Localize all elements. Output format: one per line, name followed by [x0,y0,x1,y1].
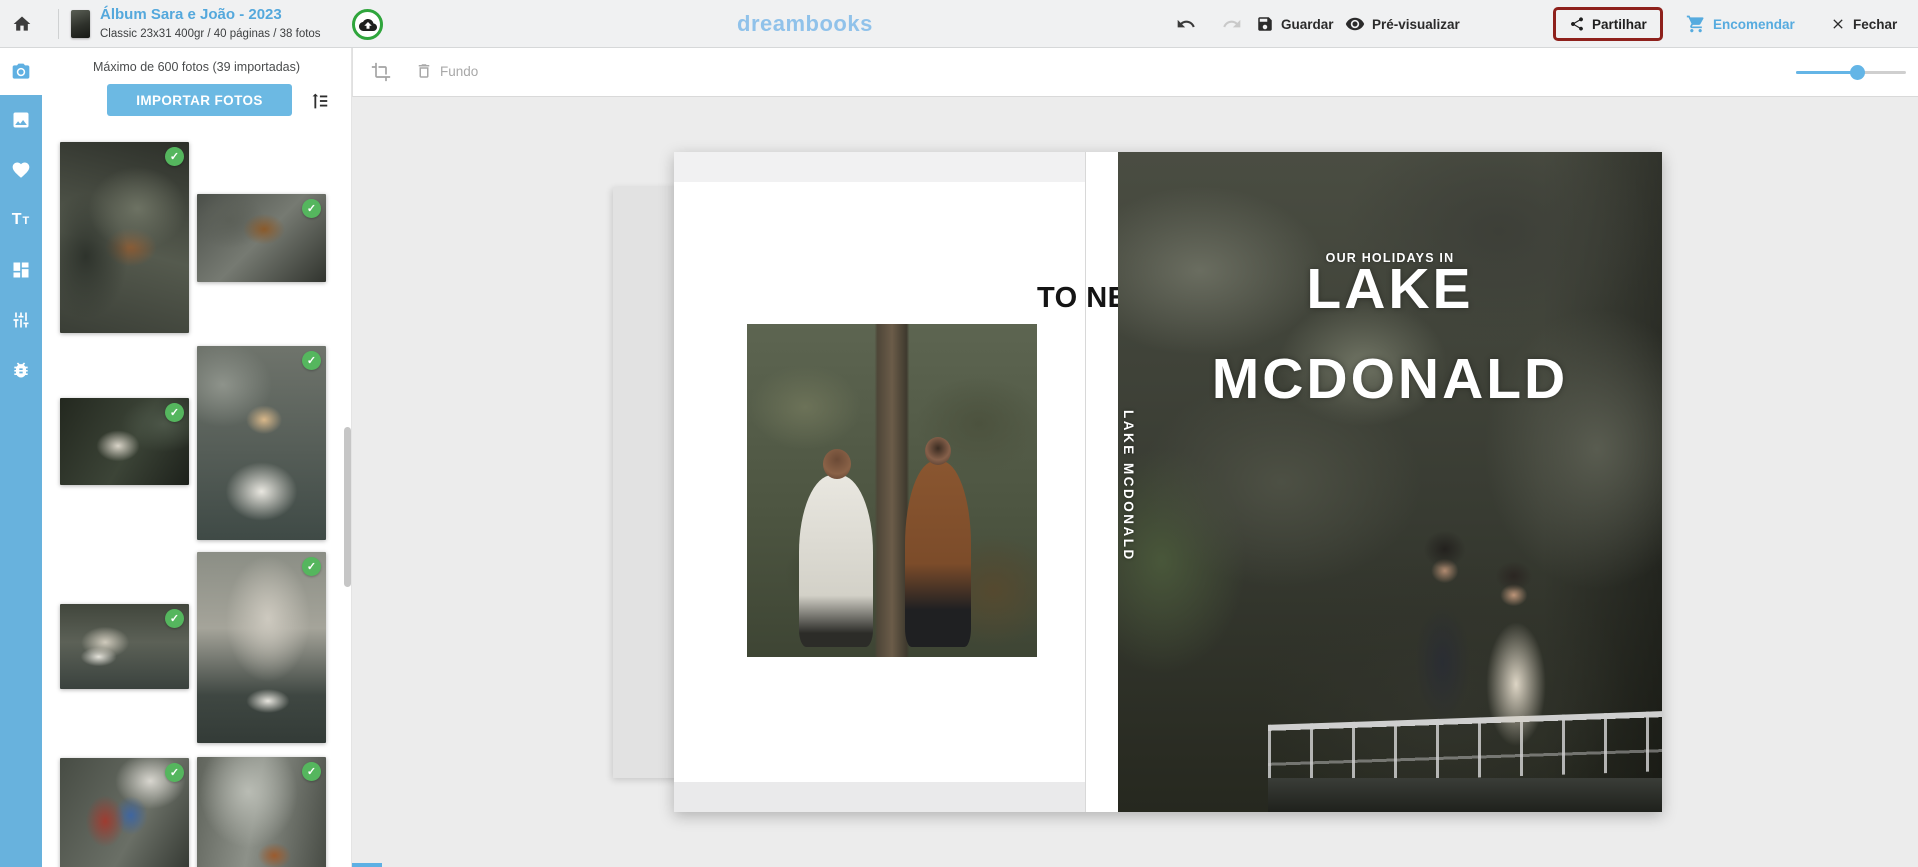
redo-icon [1222,14,1242,34]
sidebar-item-layouts[interactable] [0,245,42,295]
front-cover-photo[interactable]: LAKE MCDONALD OUR HOLIDAYS IN LAKE MCDON… [1118,152,1662,812]
import-photos-button[interactable]: IMPORTAR FOTOS [107,84,292,116]
editor-canvas: TO NEVER FORGET AUGUST 2023 dreambooks L… [352,97,1918,867]
preview-button[interactable]: Pré-visualizar [1345,0,1460,48]
sidebar-item-bug-report[interactable] [0,345,42,395]
sidebar-item-adjustments[interactable] [0,295,42,345]
undo-button[interactable] [1176,0,1196,48]
close-button[interactable]: Fechar [1830,0,1897,48]
share-icon [1569,16,1585,32]
undo-icon [1176,14,1196,34]
trash-icon [415,62,433,80]
selected-check-icon: ✓ [302,762,321,781]
book-cover-spread[interactable]: TO NEVER FORGET AUGUST 2023 dreambooks L… [674,152,1662,812]
bridge-walkway [1268,778,1662,812]
topbar-divider [58,9,59,39]
selected-check-icon: ✓ [165,609,184,628]
home-icon [12,14,32,34]
cart-icon [1686,14,1706,34]
layouts-icon [11,260,31,280]
cloud-upload-icon [359,16,377,34]
selected-check-icon: ✓ [165,147,184,166]
tools-sidebar: Tt [0,48,42,867]
zoom-slider[interactable] [1796,71,1906,74]
preview-label: Pré-visualizar [1372,17,1460,32]
selected-check-icon: ✓ [302,351,321,370]
redo-button[interactable] [1222,0,1242,48]
photo-limit-text: Máximo de 600 fotos (39 importadas) [42,60,351,74]
sidebar-item-images[interactable] [0,95,42,145]
bleed-band-top [674,152,1086,182]
background-label: Fundo [440,64,478,79]
zoom-slider-fill [1796,71,1857,74]
close-icon [1830,16,1846,32]
front-cover-title-line2: MCDONALD [1118,334,1662,424]
text-tool-icon: Tt [12,211,31,229]
heart-icon [11,160,31,180]
order-button[interactable]: Encomendar [1686,0,1795,48]
spine-title[interactable]: LAKE MCDONALD [1121,410,1136,610]
top-bar: Álbum Sara e João - 2023 Classic 23x31 4… [0,0,1918,48]
save-icon [1256,15,1274,33]
album-title: Álbum Sara e João - 2023 [100,6,321,25]
figure-man [905,461,971,647]
photo-thumbnail[interactable]: ✓ [197,757,326,867]
canvas-toolbar: Fundo [352,48,1918,97]
album-cover-thumbnail[interactable] [71,10,90,38]
sort-order-button[interactable] [308,90,332,114]
photo-thumbnail[interactable]: ✓ [197,194,326,282]
photo-thumbnail[interactable]: ✓ [197,346,326,540]
crop-icon [371,62,391,82]
save-button[interactable]: Guardar [1256,0,1334,48]
adjustments-icon [11,310,31,330]
photo-thumbnail[interactable]: ✓ [197,552,326,743]
album-subtitle: Classic 23x31 400gr / 40 páginas / 38 fo… [100,27,321,41]
dreambooks-logo: dreambooks [737,11,873,37]
canvas-horizontal-scrollbar[interactable] [352,863,382,867]
camera-icon [11,62,31,82]
order-label: Encomendar [1713,17,1795,32]
eye-icon [1345,14,1365,34]
panel-scrollbar[interactable] [344,427,351,587]
images-icon [11,110,31,130]
share-button-highlighted[interactable]: Partilhar [1553,7,1663,41]
sidebar-item-photos[interactable] [0,48,42,95]
zoom-slider-thumb[interactable] [1850,65,1865,80]
photos-panel: Máximo de 600 fotos (39 importadas) IMPO… [42,48,352,867]
selected-check-icon: ✓ [302,557,321,576]
background-delete-button[interactable]: Fundo [415,62,478,80]
close-label: Fechar [1853,17,1897,32]
cloud-sync-button[interactable] [352,9,383,40]
save-label: Guardar [1281,17,1334,32]
figure-woman [799,475,873,647]
front-cover-title[interactable]: LAKE MCDONALD [1118,244,1662,424]
selected-check-icon: ✓ [165,403,184,422]
bleed-band-bottom [674,782,1086,812]
share-label: Partilhar [1592,17,1647,32]
selected-check-icon: ✓ [165,763,184,782]
selected-check-icon: ✓ [302,199,321,218]
photo-thumbnail[interactable]: ✓ [60,604,189,689]
sort-order-icon [308,90,330,112]
fold-guide-line [1085,152,1086,812]
sidebar-item-favorites[interactable] [0,145,42,195]
photo-thumbnail[interactable]: ✓ [60,142,189,333]
bug-icon [11,360,31,380]
crop-button[interactable] [371,62,391,82]
photo-thumbnail[interactable]: ✓ [60,398,189,485]
back-cover-photo[interactable] [747,324,1037,657]
home-button[interactable] [12,0,32,48]
front-cover-title-line1: LAKE [1118,244,1662,334]
sidebar-item-text[interactable]: Tt [0,195,42,245]
photo-thumbnail[interactable]: ✓ [60,758,189,867]
album-meta: Álbum Sara e João - 2023 Classic 23x31 4… [100,6,321,41]
cover-couple [1362,506,1592,776]
